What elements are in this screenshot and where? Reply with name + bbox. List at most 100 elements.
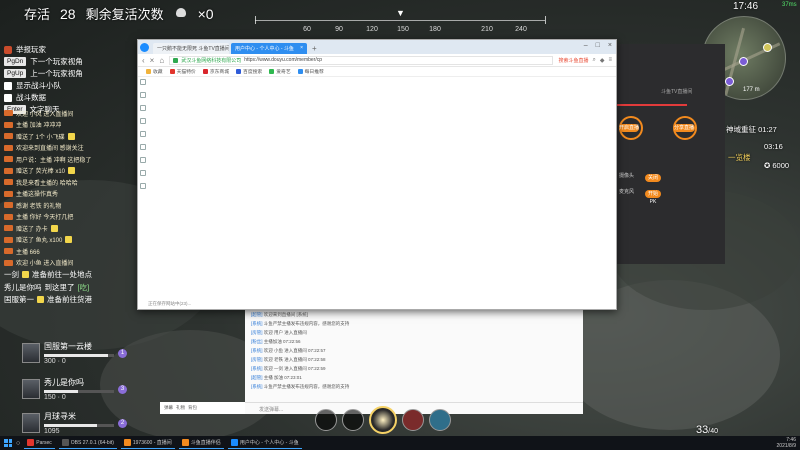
bookmark-item[interactable]: 每日推荐 [297, 68, 324, 75]
hotkey-list: 举报玩家 PgDn 下一个玩家视角 PgUp 上一个玩家视角 显示战斗小队 战斗数据… [4, 44, 132, 116]
sidebar-cart-icon[interactable] [140, 170, 146, 176]
taskbar-item-obs[interactable]: OBS 27.0.1 (64-bit) [58, 437, 117, 449]
chat-line: 赠送了 办卡 [4, 223, 132, 233]
hotkey-squad[interactable]: 显示战斗小队 [4, 80, 132, 91]
search-icon[interactable]: ○ [16, 440, 20, 447]
close-tab-icon[interactable]: × [300, 45, 303, 54]
compass-label: 120 [366, 26, 378, 33]
compass: ▼ 60 90 120 150 180 210 240 [255, 8, 546, 36]
skill-slot-icon[interactable] [342, 409, 364, 431]
share-live-button[interactable]: 分享直播 [673, 124, 695, 132]
browser-window[interactable]: 一只鹅不能无限死 斗鱼TV直播间× 用户中心 - 个人中心 - 斗鱼× + – … [137, 39, 617, 310]
taskbar-clock[interactable]: 7:46 2021/8/9 [777, 437, 796, 449]
sidebar-history-icon[interactable] [140, 92, 146, 98]
sidebar-search-icon[interactable] [140, 105, 146, 111]
checkbox-icon [4, 81, 12, 90]
chat-line: 主播这操作真秀 [4, 189, 132, 199]
ultimate-skill-icon[interactable] [369, 406, 397, 434]
tab-douyu-room[interactable]: 一只鹅不能无限死 斗鱼TV直播间× [153, 43, 229, 54]
coin-icon: ✪ [764, 161, 771, 170]
item-slot-icon[interactable] [402, 409, 424, 431]
sidebar-star-icon[interactable] [140, 79, 146, 85]
gift-icon [68, 167, 76, 174]
sidebar-game-icon[interactable] [140, 157, 146, 163]
level-badge: 1 [118, 348, 127, 358]
avatar [22, 413, 40, 433]
chat-message: [房管] 欢迎 老铁 进入直播间 07:22:58 [251, 357, 326, 362]
tab-bar: 一只鹅不能无限死 斗鱼TV直播间× 用户中心 - 个人中心 - 斗鱼× + – … [138, 40, 616, 54]
taskbar-item-browser[interactable]: 用户中心 - 个人中心 - 斗鱼 [227, 437, 302, 449]
bookmark-icon [269, 69, 275, 74]
bookmark-item[interactable]: 京东商城 [202, 68, 229, 75]
windows-start-icon[interactable] [4, 439, 12, 447]
item-slot-icon[interactable] [429, 409, 451, 431]
extension-icon[interactable]: ◆ [600, 57, 605, 64]
back-icon[interactable]: ‹ [142, 56, 145, 65]
taskbar-item-companion[interactable]: 斗鱼直播伴侣 [178, 437, 224, 449]
chat-message: [系统] 斗鱼严禁主播发布违规内容，感谢您的支持 [251, 321, 350, 326]
bookmark-icon [236, 69, 242, 74]
gift-icon [65, 236, 73, 243]
compass-label: 210 [481, 26, 493, 33]
bookmark-item[interactable]: 收藏 [146, 68, 163, 75]
squad-name: 秀儿是你吗 [44, 378, 84, 387]
health-bar [44, 354, 114, 357]
obs-icon [61, 439, 69, 446]
sidebar-chat-icon[interactable] [140, 144, 146, 150]
revive-icon [174, 7, 188, 20]
squad-kills: 0 [61, 394, 66, 401]
close-window-button[interactable]: × [608, 42, 612, 49]
start-live-button[interactable]: 开启直播 [619, 124, 639, 132]
new-tab-icon[interactable]: + [312, 44, 317, 53]
address-bar[interactable]: 武汉斗鱼网络科技有限公司 https://www.douyu.com/membe… [169, 55, 554, 65]
danmu-tool[interactable]: 弹幕 [164, 405, 173, 411]
tab-user-center[interactable]: 用户中心 - 个人中心 - 斗鱼 × [231, 43, 307, 54]
level-badge: 2 [118, 418, 127, 428]
browser-logo-icon [140, 43, 149, 52]
hotkey-prev-player[interactable]: PgUp 上一个玩家视角 [4, 68, 132, 79]
squad-member: 国服第一云楼 300 · 0 1 [22, 340, 150, 366]
chat-line: 主播 666 [4, 246, 132, 256]
chat-line: 主播 加油 冲冲冲 [4, 120, 132, 130]
search-hint[interactable]: 搜索斗鱼直播 [558, 57, 588, 64]
menu-icon[interactable]: ≡ [608, 57, 612, 63]
bookmark-icon [202, 69, 208, 74]
sidebar-video-icon[interactable] [140, 118, 146, 124]
sidebar-mail-icon[interactable] [140, 131, 146, 137]
maximize-button[interactable]: □ [596, 42, 600, 49]
taskbar-item-parsec[interactable]: Parsec [24, 437, 55, 449]
douyu-icon [181, 439, 189, 446]
home-icon[interactable]: ⌂ [159, 56, 164, 65]
browser-sidebar [138, 77, 148, 309]
hotkey-stats[interactable]: 战斗数据 [4, 92, 132, 103]
chat-line: 赠送了 1个 小飞碟 [4, 131, 132, 141]
chat-message: [房管] 欢迎 用户 进入直播间 [251, 330, 307, 335]
bookmark-item[interactable]: 天猫特价 [169, 68, 196, 75]
status-bar: 正在保存网站中(23)... [148, 301, 192, 306]
minimize-button[interactable]: – [584, 42, 588, 49]
hotkey-report[interactable]: 举报玩家 [4, 44, 132, 55]
ammo-total: /40 [708, 428, 718, 435]
reload-icon[interactable]: × [150, 56, 155, 65]
gift-icon [67, 132, 75, 140]
teammate-marker-icon [725, 77, 734, 86]
bookmark-item[interactable]: 爱奇艺 [269, 68, 291, 75]
taskbar-item-room[interactable]: 1973600 - 直播间 [120, 437, 175, 449]
compass-label: 60 [303, 26, 311, 33]
mic-option[interactable]: 麦克风 [619, 188, 634, 195]
sidebar-app-icon[interactable] [140, 183, 146, 189]
pk-button[interactable]: 开始PK [645, 190, 661, 205]
compass-label: 180 [429, 26, 441, 33]
bookmark-item[interactable]: 百度搜索 [236, 68, 262, 75]
skill-slot-icon[interactable] [315, 409, 337, 431]
camera-option[interactable]: 摄像头 [619, 172, 634, 179]
backpack-tool[interactable]: 背包 [188, 405, 197, 411]
chat-line: 我是来看主播的 哈哈哈 [4, 177, 132, 187]
search-icon[interactable]: ⌕ [592, 57, 595, 64]
gift-tool[interactable]: 礼物 [176, 405, 185, 411]
hotkey-next-player[interactable]: PgDn 下一个玩家视角 [4, 56, 132, 67]
close-button[interactable]: 关闭 [645, 174, 661, 182]
bookmark-icon [169, 69, 175, 74]
chat-line: 用户说：主播 冲啊 这把稳了 [4, 154, 132, 164]
windows-taskbar: ○ Parsec OBS 27.0.1 (64-bit) 1973600 - 直… [0, 436, 800, 450]
